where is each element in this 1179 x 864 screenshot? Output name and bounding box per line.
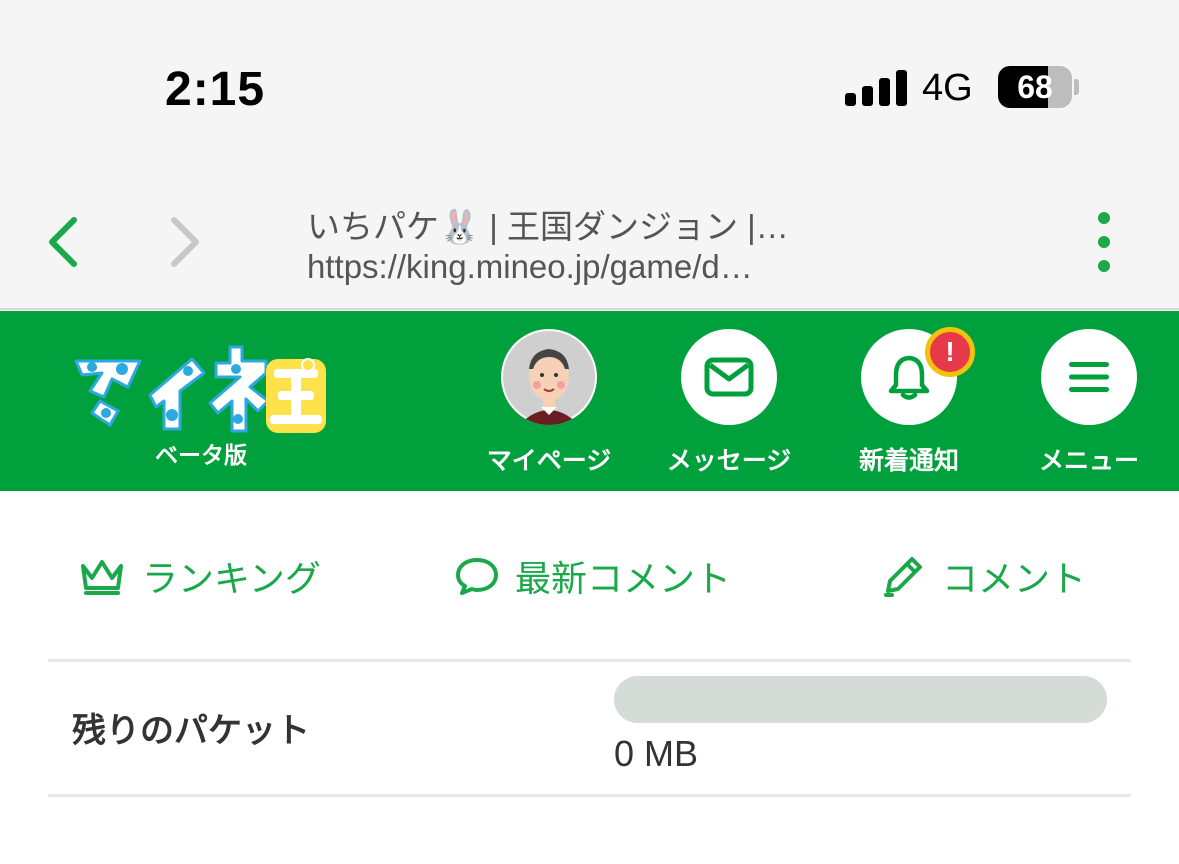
chevron-left-icon [49, 217, 77, 267]
site-header: ベータ版 マイページ メッセージ 新着通知 ! メニュー [0, 311, 1179, 491]
mypage-button[interactable]: マイページ [483, 329, 613, 489]
main-content: ランキング 最新コメント コメント 残りのパケット 0 MB [0, 491, 1179, 864]
notification-badge: ! [925, 327, 975, 377]
mypage-label: マイページ [486, 447, 612, 475]
avatar-icon [503, 331, 595, 425]
site-logo[interactable] [70, 339, 330, 449]
pencil-icon [884, 557, 922, 597]
notification-label: 新着通知 [858, 447, 959, 475]
chevron-right-icon [171, 217, 199, 267]
menu-label: メニュー [1038, 447, 1139, 475]
packet-remaining-label: 残りのパケット [72, 712, 310, 750]
browser-menu-button[interactable] [1090, 212, 1118, 272]
tab-latest-comments[interactable]: 最新コメント [455, 551, 731, 601]
menu-button[interactable]: メニュー [1023, 329, 1153, 489]
divider [48, 794, 1131, 797]
page-url[interactable]: https://king.mineo.jp/game/d… [307, 248, 867, 286]
clock: 2:15 [165, 63, 266, 116]
tab-ranking-label: ランキング [142, 558, 321, 599]
tab-comment[interactable]: コメント [880, 551, 1086, 601]
hamburger-icon [1069, 362, 1109, 392]
network-type: 4G [922, 67, 973, 109]
divider [48, 659, 1131, 662]
signal-strength-icon [845, 70, 907, 106]
crown-icon [81, 560, 123, 595]
battery-level: 68 [1017, 69, 1053, 105]
envelope-icon [704, 357, 754, 397]
page-title[interactable]: いちパケ🐰 | 王国ダンジョン |… [307, 200, 867, 248]
back-button[interactable] [40, 212, 90, 272]
bell-icon [888, 355, 930, 400]
browser-toolbar: いちパケ🐰 | 王国ダンジョン |… https://king.mineo.jp… [0, 180, 1179, 310]
mineo-king-logo-icon [74, 345, 326, 433]
forward-button[interactable] [160, 212, 210, 272]
battery-icon: 68 [998, 66, 1079, 108]
logo-beta-label: ベータ版 [155, 442, 247, 468]
packet-progress-bar [614, 676, 1107, 723]
message-label: メッセージ [666, 447, 792, 475]
tab-ranking[interactable]: ランキング [78, 551, 321, 601]
tab-latest-comments-label: 最新コメント [515, 558, 732, 599]
speech-bubble-icon [456, 558, 498, 595]
message-button[interactable]: メッセージ [663, 329, 793, 489]
status-bar: 2:15 4G 68 [0, 0, 1179, 180]
tab-comment-label: コメント [942, 558, 1087, 599]
packet-remaining-value: 0 MB [614, 733, 699, 774]
